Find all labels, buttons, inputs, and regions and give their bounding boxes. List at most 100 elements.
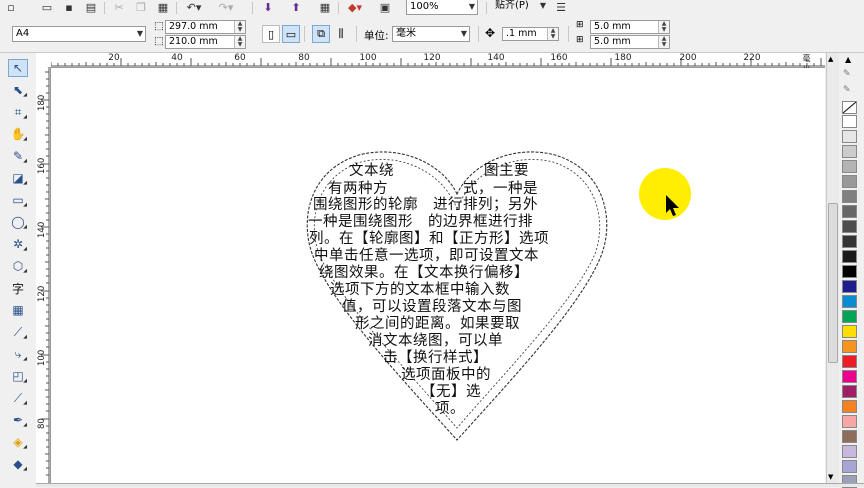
horizontal-ruler[interactable]: 20 40 60 80 100 120 140 160 180 200 220 … [51, 53, 825, 74]
page-size-combo[interactable]: A4 ▼ [12, 26, 146, 42]
rectangle-tool-icon[interactable]: ▭ ◢ [8, 191, 28, 209]
spinner-arrows-icon[interactable]: ▲ ▼ [234, 21, 245, 33]
color-swatch[interactable] [842, 415, 857, 428]
duplicate-x-icon: ⊞ [576, 20, 584, 30]
color-swatch[interactable] [842, 250, 857, 263]
eyedropper-icon[interactable]: ⟋ ◢ [8, 389, 28, 407]
fill-bucket-icon[interactable]: ◈ ◢ [8, 433, 28, 451]
new-document-icon[interactable]: ▫ [4, 0, 18, 14]
ellipse-tool-icon[interactable]: ◯ ◢ [8, 213, 28, 231]
shape-tool-icon[interactable]: ⬉ ◢ [8, 81, 28, 99]
freehand-tool-icon[interactable]: ✎ ◢ [8, 147, 28, 165]
chevron-down-icon: ▼ [468, 2, 475, 11]
color-swatch[interactable] [842, 400, 857, 413]
portrait-icon[interactable]: ▯ [262, 25, 280, 43]
spinner-arrows-icon[interactable]: ▲ ▼ [658, 21, 669, 33]
snap-to-menu[interactable]: 贴齐(P) ▼ [492, 0, 548, 15]
cut-icon[interactable]: ✂ [112, 0, 126, 14]
interactive-effects-icon[interactable]: ◰ ◢ [8, 367, 28, 385]
units-combo[interactable]: 毫米 ▼ [392, 26, 470, 42]
ruler-tick-label: 180 [37, 94, 47, 111]
export-icon[interactable]: ⬆ [288, 0, 304, 14]
spinner-arrows-icon[interactable]: ▲ ▼ [547, 28, 558, 40]
color-swatch[interactable] [842, 325, 857, 338]
duplicate-distance-y-value: 5.0 mm [594, 36, 631, 47]
color-swatch[interactable] [842, 265, 857, 278]
duplicate-distance-x-field[interactable]: 5.0 mm ▲ ▼ [590, 20, 670, 34]
ruler-tick-label: 200 [679, 53, 697, 63]
text-tool-icon[interactable]: 字 [8, 279, 28, 297]
copy-icon[interactable]: ❐ [134, 0, 148, 14]
vertical-ruler[interactable]: 180 160 140 120 100 80 [36, 67, 51, 483]
color-swatch[interactable] [842, 130, 857, 143]
color-swatch[interactable] [842, 145, 857, 158]
no-color-swatch[interactable] [842, 101, 857, 114]
snap-to-label: 贴齐(P) [495, 0, 529, 11]
dimension-tool-icon[interactable]: ⟋ ◢ [8, 323, 28, 341]
scroll-down-icon[interactable]: ▼ [828, 473, 833, 481]
welcome-screen-icon[interactable]: ▣ [378, 0, 392, 14]
zoom-level-combo[interactable]: 100% ▼ [406, 0, 478, 15]
interactive-fill-icon[interactable]: ◆ ◢ [8, 455, 28, 473]
current-page-icon[interactable]: ⫼ [332, 25, 350, 43]
color-swatch[interactable] [842, 310, 857, 323]
color-swatch[interactable] [842, 430, 857, 443]
all-pages-icon[interactable]: ⧉ [312, 25, 330, 43]
color-swatch[interactable] [842, 340, 857, 353]
nudge-distance-field[interactable]: .1 mm ▲ ▼ [502, 27, 559, 41]
color-swatch[interactable] [842, 280, 857, 293]
color-swatch[interactable] [842, 220, 857, 233]
paste-icon[interactable]: ▦ [156, 0, 170, 14]
polygon-tool-icon[interactable]: ✲ ◢ [8, 235, 28, 253]
color-swatch[interactable] [842, 445, 857, 458]
spinner-arrows-icon[interactable]: ▲ ▼ [658, 36, 669, 48]
duplicate-distance-y-field[interactable]: 5.0 mm ▲ ▼ [590, 35, 670, 49]
publish-pdf-icon[interactable]: ◆▾ [344, 0, 366, 14]
palette-scroll-up-icon[interactable]: ▲ [845, 55, 851, 64]
color-swatch[interactable] [842, 370, 857, 383]
chevron-down-icon: ▼ [136, 29, 143, 38]
save-icon[interactable]: ▪ [62, 0, 76, 14]
page-height-field[interactable]: 210.0 mm ▲ ▼ [165, 35, 246, 49]
crop-tool-icon[interactable]: ⌗ ◢ [8, 103, 28, 121]
spinner-arrows-icon[interactable]: ▲ ▼ [234, 36, 245, 48]
pick-tool-icon[interactable]: ↖ [8, 59, 28, 77]
print-icon[interactable]: ▤ [84, 0, 98, 14]
app-launcher-icon[interactable]: ▦ [318, 0, 332, 14]
color-swatch[interactable] [842, 235, 857, 248]
smart-fill-icon[interactable]: ◪ ◢ [8, 169, 28, 187]
scroll-up-icon[interactable]: ▲ [828, 55, 833, 63]
palette-eyedropper-icon[interactable]: ✎ [843, 69, 851, 79]
ruler-origin[interactable] [36, 53, 52, 68]
page-width-field[interactable]: 297.0 mm ▲ ▼ [165, 20, 246, 34]
color-swatch[interactable] [842, 460, 857, 473]
page-navigator [36, 483, 864, 487]
options-icon[interactable]: ☰ [554, 0, 568, 14]
drawing-canvas[interactable]: 文本绕 图主要 有两种方 式，一种是 围绕图形的轮廓 进行排列；另外 一种是围绕… [51, 68, 825, 483]
vertical-scrollbar[interactable]: ▲ ▼ [826, 53, 839, 483]
zoom-level-value: 100% [410, 1, 439, 12]
ruler-tick-label: 20 [108, 53, 120, 63]
color-swatch[interactable] [842, 175, 857, 188]
color-swatch[interactable] [842, 160, 857, 173]
import-icon[interactable]: ⬇ [260, 0, 276, 14]
ruler-tick-label: 120 [37, 285, 47, 302]
pan-hand-icon[interactable]: ✋ ◢ [8, 125, 28, 143]
connector-tool-icon[interactable]: ⤷ ◢ [8, 345, 28, 363]
open-folder-icon[interactable]: ▭ [40, 0, 54, 14]
undo-icon[interactable]: ↶▾ [184, 0, 204, 14]
color-swatch[interactable] [842, 385, 857, 398]
ruler-tick-label: 220 [743, 53, 761, 63]
color-swatch[interactable] [842, 115, 857, 128]
color-swatch[interactable] [842, 355, 857, 368]
outline-pen-icon[interactable]: ✒ ◢ [8, 411, 28, 429]
redo-icon[interactable]: ↷▾ [216, 0, 236, 14]
color-swatch[interactable] [842, 190, 857, 203]
basic-shapes-icon[interactable]: ⬡ ◢ [8, 257, 28, 275]
color-swatch[interactable] [842, 295, 857, 308]
landscape-icon[interactable]: ▭ [282, 25, 300, 43]
color-swatch[interactable] [842, 205, 857, 218]
palette-eyedropper-2-icon[interactable]: ✎ [843, 85, 851, 95]
scrollbar-thumb[interactable] [828, 203, 838, 363]
table-tool-icon[interactable]: ▦ [8, 301, 28, 319]
